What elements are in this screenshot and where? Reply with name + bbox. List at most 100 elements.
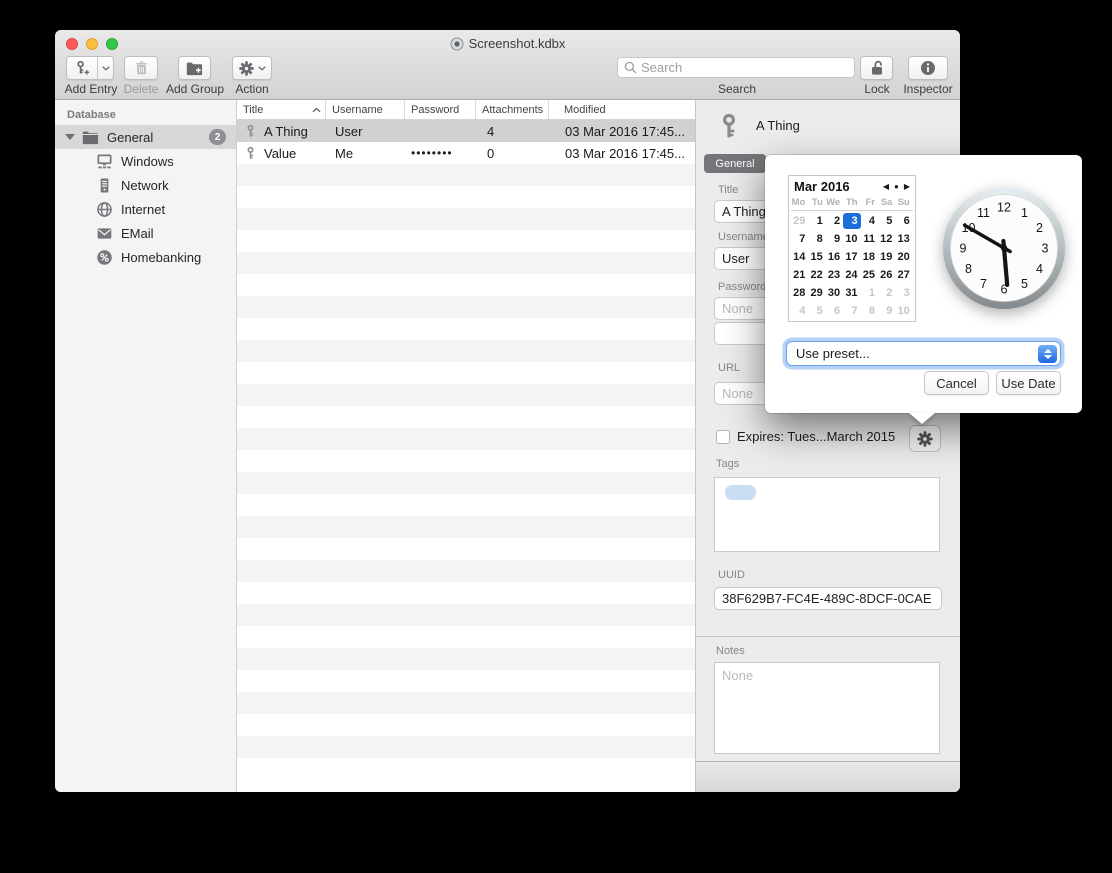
calendar-day[interactable]: 23 bbox=[826, 267, 843, 283]
calendar-day[interactable]: 10 bbox=[843, 231, 860, 247]
delete-label: Delete bbox=[119, 82, 163, 96]
calendar-day[interactable]: 1 bbox=[808, 213, 825, 229]
column-header-modified[interactable]: Modified bbox=[549, 100, 695, 119]
calendar-day[interactable]: 31 bbox=[843, 285, 860, 301]
calendar-day[interactable]: 9 bbox=[826, 231, 843, 247]
calendar-week: 21222324252627 bbox=[791, 267, 913, 285]
calendar-day[interactable]: 14 bbox=[791, 249, 808, 265]
next-month-button[interactable]: ▶ bbox=[904, 182, 910, 191]
calendar-day[interactable]: 2 bbox=[826, 213, 843, 229]
calendar-day[interactable]: 2 bbox=[878, 285, 895, 301]
calendar-day[interactable]: 29 bbox=[791, 213, 808, 229]
calendar-day[interactable]: 4 bbox=[791, 303, 808, 319]
column-header-title[interactable]: Title bbox=[237, 100, 326, 119]
calendar-day[interactable]: 21 bbox=[791, 267, 808, 283]
cancel-button[interactable]: Cancel bbox=[924, 371, 989, 395]
svg-text:11: 11 bbox=[977, 206, 990, 220]
add-group-button[interactable] bbox=[178, 56, 211, 80]
calendar-day[interactable]: 18 bbox=[861, 249, 878, 265]
delete-button[interactable] bbox=[124, 56, 158, 80]
calendar-day[interactable]: 16 bbox=[826, 249, 843, 265]
calendar-day[interactable]: 3 bbox=[895, 285, 912, 301]
preset-dropdown[interactable]: Use preset... bbox=[786, 341, 1061, 366]
table-row[interactable]: A ThingUser403 Mar 2016 17:45... bbox=[237, 120, 695, 142]
calendar-day[interactable]: 1 bbox=[861, 285, 878, 301]
calendar-day[interactable]: 20 bbox=[895, 249, 912, 265]
calendar-day[interactable]: 8 bbox=[808, 231, 825, 247]
calendar-day[interactable]: 22 bbox=[808, 267, 825, 283]
sort-ascending-icon bbox=[312, 107, 321, 113]
calendar-month-label: Mar 2016 bbox=[794, 179, 883, 194]
calendar-day[interactable]: 25 bbox=[861, 267, 878, 283]
calendar-weekdays: MoTuWeThFrSaSu bbox=[791, 197, 913, 211]
preset-dropdown-value: Use preset... bbox=[796, 346, 870, 361]
calendar-day[interactable]: 4 bbox=[861, 213, 878, 229]
expires-checkbox[interactable] bbox=[716, 430, 730, 444]
calendar-day[interactable]: 5 bbox=[878, 213, 895, 229]
sidebar-item-homebanking[interactable]: Homebanking bbox=[55, 245, 236, 269]
cell-username-text: User bbox=[335, 124, 362, 139]
table-row[interactable]: ValueMe••••••••003 Mar 2016 17:45... bbox=[237, 142, 695, 164]
sidebar-item-windows[interactable]: Windows bbox=[55, 149, 236, 173]
entry-table: Title Username PasswordAttachmentsModified… bbox=[237, 100, 695, 792]
calendar-day[interactable]: 29 bbox=[808, 285, 825, 301]
calendar-week: 45678910 bbox=[791, 303, 913, 321]
calendar-day[interactable]: 27 bbox=[895, 267, 912, 283]
action-button[interactable] bbox=[232, 56, 272, 80]
search-field[interactable] bbox=[617, 57, 855, 78]
empty-row bbox=[237, 252, 695, 274]
trash-icon bbox=[134, 60, 149, 76]
empty-row bbox=[237, 538, 695, 560]
sidebar-item-internet[interactable]: Internet bbox=[55, 197, 236, 221]
calendar-day[interactable]: 19 bbox=[878, 249, 895, 265]
sidebar-item-email[interactable]: EMail bbox=[55, 221, 236, 245]
uuid-field[interactable] bbox=[714, 587, 942, 610]
empty-row bbox=[237, 494, 695, 516]
weekday-label: Fr bbox=[861, 197, 878, 210]
tags-field[interactable] bbox=[714, 477, 940, 552]
calendar-day[interactable]: 17 bbox=[843, 249, 860, 265]
notes-field[interactable] bbox=[714, 662, 940, 754]
cell-username: Me bbox=[326, 142, 405, 164]
add-entry-button[interactable] bbox=[66, 56, 114, 80]
calendar-day[interactable]: 26 bbox=[878, 267, 895, 283]
calendar-day-selected[interactable]: 3 bbox=[843, 213, 860, 229]
search-input[interactable] bbox=[641, 60, 848, 75]
cell-attachments: 4 bbox=[476, 120, 549, 142]
use-date-button[interactable]: Use Date bbox=[996, 371, 1061, 395]
disclosure-triangle-icon[interactable] bbox=[65, 134, 75, 140]
calendar-day[interactable]: 7 bbox=[791, 231, 808, 247]
column-header-label: Username bbox=[332, 104, 383, 116]
calendar-day[interactable]: 13 bbox=[895, 231, 912, 247]
svg-text:7: 7 bbox=[980, 277, 987, 291]
calendar-day[interactable]: 9 bbox=[878, 303, 895, 319]
tab-general[interactable]: General bbox=[704, 154, 766, 173]
calendar-day[interactable]: 11 bbox=[861, 231, 878, 247]
cell-username: User bbox=[326, 120, 405, 142]
sidebar-item-network[interactable]: Network bbox=[55, 173, 236, 197]
sidebar-item-general[interactable]: General 2 bbox=[55, 125, 236, 149]
tag-token[interactable] bbox=[725, 485, 756, 500]
calendar-day[interactable]: 8 bbox=[861, 303, 878, 319]
prev-month-button[interactable]: ◀ bbox=[883, 182, 889, 191]
calendar-day[interactable]: 7 bbox=[843, 303, 860, 319]
column-header-username[interactable]: Username bbox=[326, 100, 405, 119]
inspector-button[interactable] bbox=[908, 56, 948, 80]
lock-button[interactable] bbox=[860, 56, 893, 80]
calendar-day[interactable]: 5 bbox=[808, 303, 825, 319]
calendar-grid: 2912345678910111213141516171819202122232… bbox=[791, 213, 913, 321]
column-header-password[interactable]: Password bbox=[405, 100, 476, 119]
calendar-day[interactable]: 15 bbox=[808, 249, 825, 265]
column-header-attachments[interactable]: Attachments bbox=[476, 100, 549, 119]
calendar-day[interactable]: 10 bbox=[895, 303, 912, 319]
calendar-day[interactable]: 6 bbox=[826, 303, 843, 319]
expiry-date-picker-button[interactable] bbox=[909, 425, 941, 452]
calendar-day[interactable]: 12 bbox=[878, 231, 895, 247]
today-button[interactable]: ● bbox=[894, 182, 899, 191]
inspector-label: Inspector bbox=[895, 82, 960, 96]
calendar-day[interactable]: 6 bbox=[895, 213, 912, 229]
calendar-day[interactable]: 28 bbox=[791, 285, 808, 301]
calendar-day[interactable]: 30 bbox=[826, 285, 843, 301]
calendar-day[interactable]: 24 bbox=[843, 267, 860, 283]
chevron-down-icon[interactable] bbox=[102, 66, 110, 71]
